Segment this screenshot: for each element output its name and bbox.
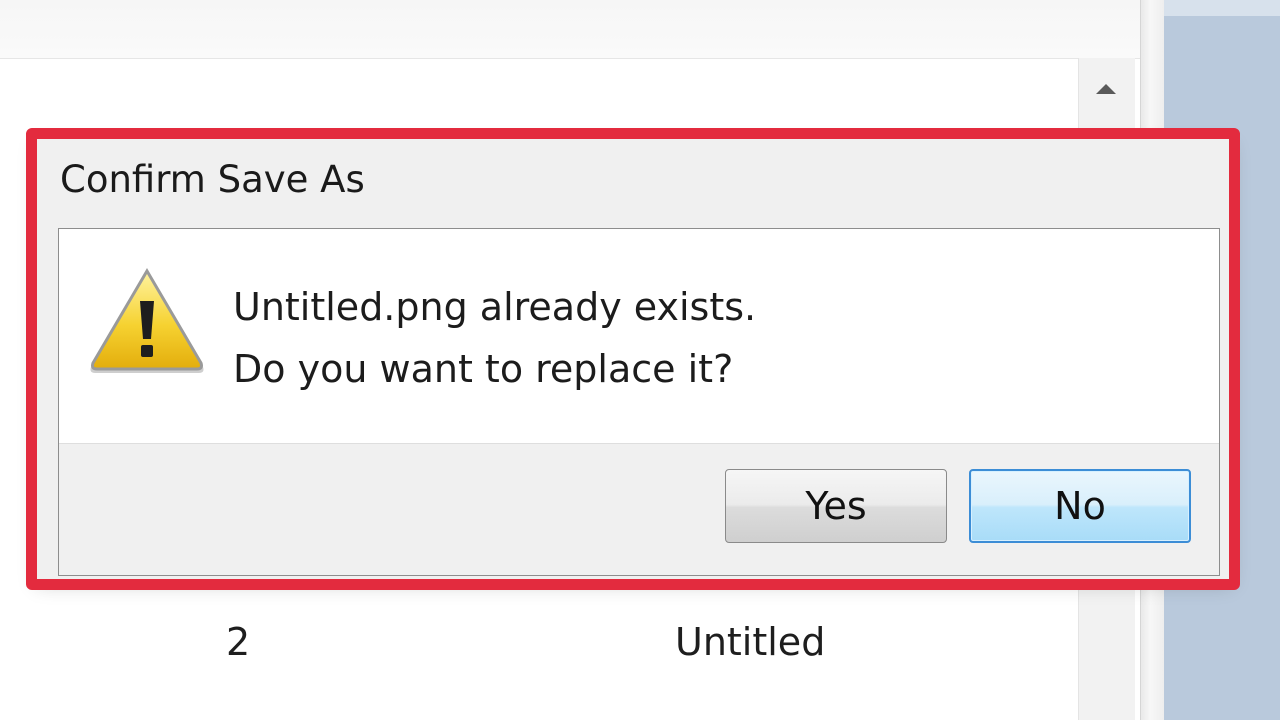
yes-button[interactable]: Yes	[725, 469, 947, 543]
message-line-1: Untitled.png already exists.	[233, 285, 757, 329]
scroll-up-arrow-icon	[1096, 84, 1116, 94]
dialog-content-panel: Untitled.png already exists. Do you want…	[58, 228, 1220, 576]
message-line-2: Do you want to replace it?	[233, 347, 734, 391]
desktop-background-top	[1164, 0, 1280, 16]
file-list-row-name[interactable]: Untitled	[675, 620, 825, 664]
scroll-up-button[interactable]	[1078, 58, 1134, 120]
warning-icon	[90, 268, 204, 373]
message-area: Untitled.png already exists. Do you want…	[59, 229, 1219, 444]
background-header-band	[0, 0, 1140, 59]
no-button[interactable]: No	[969, 469, 1191, 543]
confirm-save-as-dialog: Confirm Save As Untitled.png already exi…	[36, 138, 1232, 580]
dialog-title: Confirm Save As	[60, 158, 365, 201]
file-list-row-number: 2	[226, 620, 251, 664]
